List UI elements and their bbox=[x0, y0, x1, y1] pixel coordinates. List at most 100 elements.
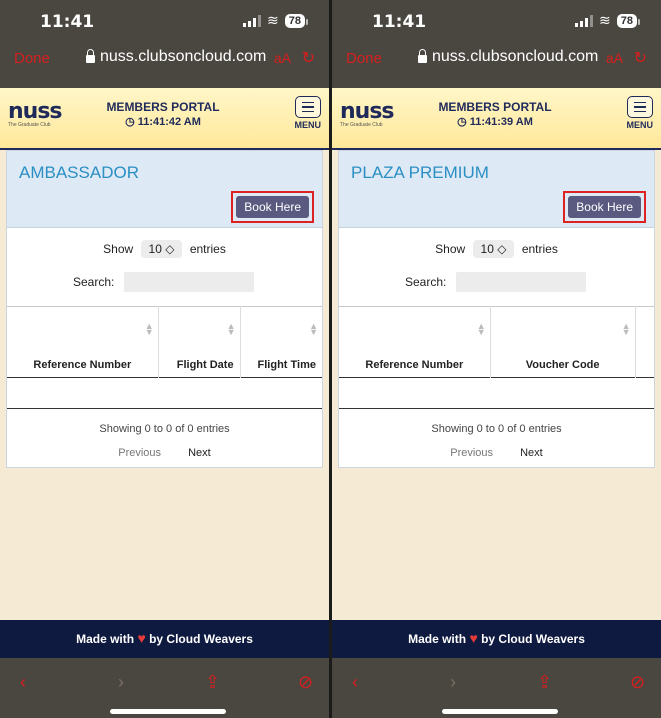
heart-icon: ♥ bbox=[469, 630, 478, 646]
compass-icon[interactable]: ⊘ bbox=[630, 672, 645, 693]
logo-wordmark: nuss bbox=[8, 99, 63, 124]
book-here-button[interactable]: Book Here bbox=[236, 196, 309, 218]
forward-icon[interactable]: › bbox=[118, 672, 124, 693]
share-icon[interactable]: ⇪ bbox=[537, 672, 552, 693]
url-field[interactable]: nuss.clubsoncloud.com bbox=[86, 48, 266, 66]
browser-bar: Done nuss.clubsoncloud.com aA ↻ bbox=[0, 40, 329, 88]
logo-wordmark: nuss bbox=[340, 99, 395, 124]
portal-heading: MEMBERS PORTAL ◷ 11:41:42 AM bbox=[98, 100, 228, 128]
menu-button[interactable]: MENU bbox=[626, 96, 654, 130]
text-size-button[interactable]: aA bbox=[606, 50, 623, 66]
text-size-button[interactable]: aA bbox=[274, 50, 291, 66]
hamburger-icon bbox=[626, 96, 653, 118]
site-header: nuss The Graduate Club MEMBERS PORTAL ◷ … bbox=[0, 88, 329, 150]
sort-icon: ▲ ▼ bbox=[144, 321, 154, 337]
entries-value: 10 bbox=[480, 242, 494, 256]
column-overflow bbox=[635, 307, 654, 378]
menu-label: MENU bbox=[294, 120, 322, 130]
done-button[interactable]: Done bbox=[346, 50, 382, 67]
sort-icon: ▲ ▼ bbox=[476, 321, 486, 337]
site-footer: Made with ♥ by Cloud Weavers bbox=[0, 620, 329, 658]
url-text: nuss.clubsoncloud.com bbox=[432, 48, 599, 65]
entries-label: entries bbox=[189, 242, 226, 256]
footer-credit: by Cloud Weavers bbox=[149, 632, 253, 646]
next-button[interactable]: Next bbox=[188, 447, 211, 459]
phone-screen-plaza-premium: 11:41 ≋ 78 Done nuss.clubsoncloud.com aA… bbox=[332, 0, 661, 718]
status-time: 11:41 bbox=[372, 12, 427, 32]
signal-icon bbox=[575, 14, 594, 27]
home-indicator bbox=[110, 709, 226, 714]
vouchers-table: ▲ ▼ Reference Number ▲ ▼ Voucher Code bbox=[339, 306, 654, 409]
top-chrome: 11:41 ≋ 78 Done nuss.clubsoncloud.com aA… bbox=[332, 0, 661, 88]
previous-button[interactable]: Previous bbox=[450, 447, 493, 459]
card-title: PLAZA PREMIUM bbox=[351, 163, 489, 182]
search-input[interactable] bbox=[456, 272, 587, 292]
status-icons: ≋ 78 bbox=[575, 12, 641, 29]
back-icon[interactable]: ‹ bbox=[20, 672, 26, 693]
search-label: Search: bbox=[405, 275, 447, 289]
footer-made-with: Made with bbox=[408, 632, 467, 646]
column-flight-date[interactable]: ▲ ▼ Flight Date bbox=[158, 306, 241, 378]
next-button[interactable]: Next bbox=[520, 447, 543, 459]
bottom-toolbar: ‹ › ⇪ ⊘ bbox=[0, 658, 329, 718]
card-title: AMBASSADOR bbox=[19, 163, 139, 182]
search-input[interactable] bbox=[124, 272, 255, 292]
menu-button[interactable]: MENU bbox=[294, 96, 322, 130]
chevron-updown-icon: ◇ bbox=[497, 242, 507, 256]
book-here-button[interactable]: Book Here bbox=[568, 196, 641, 218]
search-row: Search: bbox=[7, 272, 322, 292]
plaza-premium-card: PLAZA PREMIUM Book Here Show 10 ◇ entrie… bbox=[338, 150, 655, 468]
portal-title: MEMBERS PORTAL bbox=[438, 100, 552, 114]
reload-icon[interactable]: ↻ bbox=[302, 48, 315, 68]
column-reference-number[interactable]: ▲ ▼ Reference Number bbox=[7, 306, 159, 378]
book-highlight-box: Book Here bbox=[231, 191, 314, 223]
compass-icon[interactable]: ⊘ bbox=[298, 672, 313, 693]
wifi-icon: ≋ bbox=[599, 12, 611, 28]
lock-icon bbox=[86, 49, 95, 63]
bookings-table: ▲ ▼ Reference Number ▲ ▼ Flight Date ▲ ▼ Fligh… bbox=[7, 306, 322, 409]
entries-select[interactable]: 10 ◇ bbox=[140, 240, 183, 258]
forward-icon[interactable]: › bbox=[450, 672, 456, 693]
column-voucher-code[interactable]: ▲ ▼ Voucher Code bbox=[490, 306, 636, 378]
footer-credit: by Cloud Weavers bbox=[481, 632, 585, 646]
battery-icon: 78 bbox=[284, 13, 309, 28]
entries-label: entries bbox=[521, 242, 558, 256]
ambassador-card: AMBASSADOR Book Here Show 10 ◇ entries S… bbox=[6, 150, 323, 468]
portal-clock: ◷ 11:41:42 AM bbox=[125, 116, 201, 128]
url-field[interactable]: nuss.clubsoncloud.com bbox=[418, 48, 598, 66]
card-header: PLAZA PREMIUM Book Here bbox=[339, 151, 654, 228]
table-info: Showing 0 to 0 of 0 entries bbox=[431, 423, 562, 435]
share-icon[interactable]: ⇪ bbox=[205, 672, 220, 693]
portal-title: MEMBERS PORTAL bbox=[106, 100, 220, 114]
footer-made-with: Made with bbox=[76, 632, 135, 646]
browser-bar: Done nuss.clubsoncloud.com aA ↻ bbox=[332, 40, 661, 88]
previous-button[interactable]: Previous bbox=[118, 447, 161, 459]
column-reference-number[interactable]: ▲ ▼ Reference Number bbox=[339, 306, 491, 378]
lock-icon bbox=[418, 49, 427, 63]
column-flight-time[interactable]: ▲ ▼ Flight Time bbox=[240, 307, 322, 378]
nuss-logo[interactable]: nuss The Graduate Club bbox=[340, 99, 395, 129]
nuss-logo[interactable]: nuss The Graduate Club bbox=[8, 99, 63, 129]
entries-select[interactable]: 10 ◇ bbox=[472, 240, 515, 258]
table-header-row: ▲ ▼ Reference Number ▲ ▼ Flight Date ▲ ▼ Fligh… bbox=[7, 306, 322, 378]
done-button[interactable]: Done bbox=[14, 50, 50, 67]
table-row bbox=[339, 377, 654, 409]
back-icon[interactable]: ‹ bbox=[352, 672, 358, 693]
pagination: Previous Next bbox=[339, 447, 654, 459]
entries-length-control: Show 10 ◇ entries bbox=[339, 240, 654, 258]
wifi-icon: ≋ bbox=[267, 12, 279, 28]
card-header: AMBASSADOR Book Here bbox=[7, 151, 322, 228]
reload-icon[interactable]: ↻ bbox=[634, 48, 647, 68]
entries-length-control: Show 10 ◇ entries bbox=[7, 240, 322, 258]
battery-icon: 78 bbox=[616, 13, 641, 28]
home-indicator bbox=[442, 709, 558, 714]
menu-label: MENU bbox=[626, 120, 654, 130]
show-label: Show bbox=[103, 242, 134, 256]
pagination: Previous Next bbox=[7, 447, 322, 459]
search-label: Search: bbox=[73, 275, 115, 289]
site-header: nuss The Graduate Club MEMBERS PORTAL ◷ … bbox=[332, 88, 661, 150]
entries-value: 10 bbox=[148, 242, 162, 256]
phone-screen-ambassador: 11:41 ≋ 78 Done nuss.clubsoncloud.com aA… bbox=[0, 0, 329, 718]
status-time: 11:41 bbox=[40, 12, 95, 32]
heart-icon: ♥ bbox=[137, 630, 146, 646]
